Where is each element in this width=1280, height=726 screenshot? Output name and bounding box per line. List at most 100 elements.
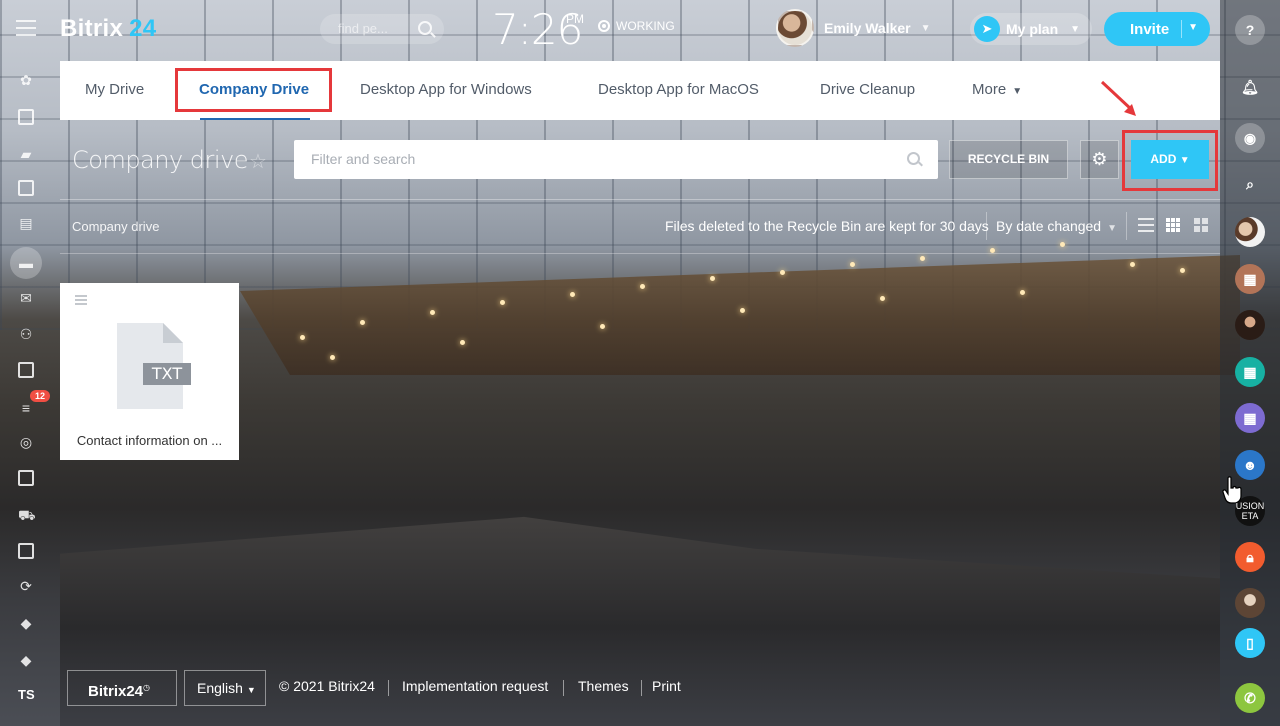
tab-desktop-app-windows[interactable]: Desktop App for Windows: [360, 81, 532, 98]
checklist-icon[interactable]: [18, 362, 34, 378]
grid-view-icon[interactable]: [1166, 218, 1180, 232]
left-sidebar: ✿ ▰ ▤ ▬ ✉ ⚇ ≡ 12 ◎ ⛟ ⟳ ◆ ◆ TS: [0, 60, 52, 726]
mobile-transfer-icon[interactable]: ▯: [1235, 628, 1265, 658]
global-search-input[interactable]: find pe...: [320, 14, 444, 44]
print-link[interactable]: Print: [652, 678, 681, 694]
logo-number: 24: [129, 15, 157, 42]
search-icon[interactable]: ⌕: [1235, 169, 1265, 199]
divider: [388, 680, 389, 696]
feed-icon[interactable]: ✿: [18, 72, 34, 88]
card-menu-icon[interactable]: [75, 295, 87, 307]
menu-icon[interactable]: [16, 20, 36, 36]
tile-view-icon[interactable]: [1194, 218, 1208, 232]
sort-dropdown[interactable]: By date changed ▼: [996, 218, 1117, 234]
sort-label: By date changed: [996, 218, 1102, 234]
chevron-down-icon[interactable]: ▼: [1188, 22, 1198, 33]
sync-icon[interactable]: ⟳: [18, 578, 34, 594]
highlight-box-add: [1122, 130, 1218, 191]
txt-file-icon: TXT: [117, 323, 191, 409]
box-icon[interactable]: ◆: [18, 615, 34, 631]
annotation-arrow-icon: [1100, 80, 1136, 116]
tab-more[interactable]: More ▼: [972, 81, 1022, 98]
clock-icon: ◷: [143, 683, 151, 692]
language-select[interactable]: English ▼: [184, 670, 266, 706]
invite-label: Invite: [1130, 20, 1170, 38]
active-tab-indicator: [200, 118, 310, 120]
my-plan-label: My plan: [1006, 21, 1059, 37]
tab-drive-cleanup[interactable]: Drive Cleanup: [820, 81, 915, 98]
filter-icon[interactable]: ≡: [18, 400, 34, 416]
tab-desktop-app-macos[interactable]: Desktop App for MacOS: [598, 81, 759, 98]
divider: [986, 212, 987, 240]
notification-badge: 12: [30, 390, 51, 402]
recycle-note: Files deleted to the Recycle Bin are kep…: [665, 218, 989, 234]
work-status-label: WORKING: [616, 19, 675, 33]
recycle-bin-button[interactable]: RECYCLE BIN: [949, 140, 1068, 179]
calendar-green-icon[interactable]: ▦: [1235, 357, 1265, 387]
settings-button[interactable]: ⚙: [1080, 140, 1119, 179]
star-icon[interactable]: ☆: [249, 149, 267, 174]
contact-card-icon[interactable]: [18, 543, 34, 559]
target-icon[interactable]: ◎: [18, 434, 34, 450]
box-2-icon[interactable]: ◆: [18, 652, 34, 668]
file-name[interactable]: Contact information on ...: [60, 433, 239, 448]
user-avatar-icon[interactable]: [1235, 310, 1265, 340]
language-label: English: [197, 680, 243, 696]
work-status[interactable]: WORKING: [598, 19, 675, 33]
groups-icon[interactable]: ⚇: [18, 326, 34, 342]
search-icon[interactable]: [907, 152, 920, 165]
user-initials[interactable]: TS: [18, 687, 35, 702]
filter-placeholder: Filter and search: [311, 151, 416, 167]
lock-icon[interactable]: 🔒︎: [1235, 542, 1265, 572]
implementation-request-link[interactable]: Implementation request: [402, 678, 548, 694]
app-logo[interactable]: Bitrix 24: [60, 15, 156, 43]
chevron-down-icon: ▼: [1107, 223, 1117, 234]
calendar-icon[interactable]: ▦: [1235, 264, 1265, 294]
top-header: Bitrix 24 find pe... 7:26 PM WORKING Emil…: [0, 0, 1220, 60]
chevron-down-icon: ▼: [1070, 23, 1081, 35]
copyright-text: © 2021 Bitrix24: [279, 678, 375, 694]
drive-icon[interactable]: ▬: [18, 255, 34, 271]
user-avatar-2-icon[interactable]: [1235, 588, 1265, 618]
logo-text: Bitrix: [60, 15, 124, 42]
divider: [60, 253, 1220, 254]
chat-icon[interactable]: ▰: [18, 146, 34, 162]
file-card[interactable]: TXT Contact information on ...: [60, 283, 239, 460]
invite-separator: [1181, 20, 1182, 38]
filter-search-input[interactable]: Filter and search: [294, 140, 938, 179]
group-avatar-icon[interactable]: [1235, 217, 1265, 247]
sites-icon[interactable]: [18, 470, 34, 486]
invite-button[interactable]: Invite ▼: [1104, 12, 1210, 46]
tab-more-label: More: [972, 81, 1007, 98]
calendar-purple-icon[interactable]: ▦: [1235, 403, 1265, 433]
file-extension: TXT: [143, 363, 191, 385]
mail-icon[interactable]: ✉: [18, 290, 34, 306]
gear-icon: ⚙: [1091, 149, 1108, 169]
global-search-placeholder: find pe...: [338, 21, 388, 36]
divider: [1126, 212, 1127, 240]
tasks-icon[interactable]: [18, 109, 34, 125]
avatar[interactable]: [776, 9, 814, 47]
themes-link[interactable]: Themes: [578, 678, 629, 694]
tab-my-drive[interactable]: My Drive: [85, 81, 144, 98]
calendar-icon[interactable]: [18, 180, 34, 196]
footer-logo[interactable]: Bitrix24◷: [67, 670, 177, 706]
clock-ampm: PM: [566, 12, 584, 26]
help-icon[interactable]: ?: [1235, 15, 1265, 45]
right-sidebar: ? 🔔︎ ◉ ⌕ ▦ ▦ ▦ ☻ USION ETA 🔒︎ ▯ ✆: [1220, 0, 1280, 726]
breadcrumb[interactable]: Company drive: [72, 219, 159, 234]
phone-icon[interactable]: ✆: [1235, 683, 1265, 713]
list-view-icon[interactable]: [1138, 218, 1154, 232]
user-menu[interactable]: Emily Walker ▼: [776, 9, 931, 47]
document-icon[interactable]: ▤: [18, 215, 34, 231]
chevron-down-icon: ▼: [920, 22, 931, 34]
cart-icon[interactable]: ⛟: [18, 507, 36, 523]
bell-icon[interactable]: 🔔︎: [1235, 72, 1265, 102]
search-icon[interactable]: [418, 21, 432, 35]
divider: [563, 680, 564, 696]
chat-icon[interactable]: ◉: [1235, 123, 1265, 153]
my-plan-button[interactable]: ➤ My plan ▼: [970, 13, 1092, 45]
page-title: Company drive: [72, 146, 249, 174]
record-icon: [598, 20, 610, 32]
fusion-text-line-2: ETA: [1241, 511, 1259, 521]
